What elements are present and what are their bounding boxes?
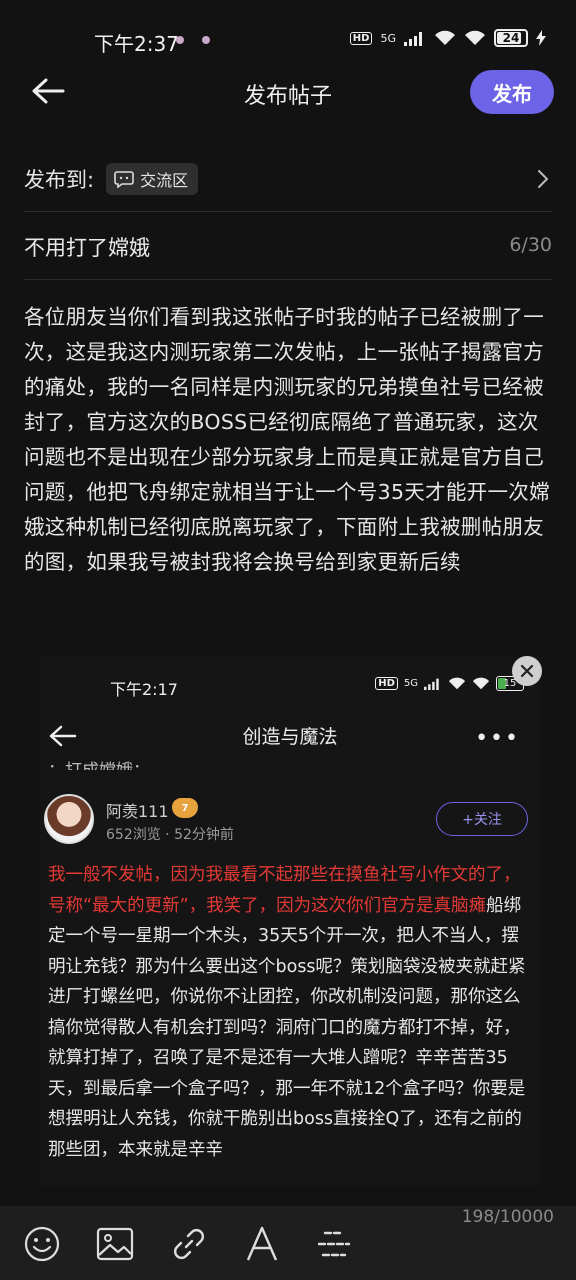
image-header-title: 创造与魔法	[242, 726, 338, 748]
network-label: 5G	[403, 678, 418, 689]
emoji-button[interactable]	[22, 1224, 62, 1264]
chevron-right-icon	[538, 170, 549, 188]
hd-icon: HD	[349, 31, 373, 45]
remove-image-button[interactable]	[512, 656, 542, 686]
status-time: 下午2:37	[94, 32, 179, 56]
image-content-text: 船绑定一个号一星期一个木头，35天5个开一次，把人不当人，摆明让充钱？那为什么要…	[48, 895, 526, 1160]
battery-icon: 24	[494, 29, 528, 47]
close-icon	[520, 664, 534, 678]
title-char-count: 6/30	[509, 234, 552, 256]
image-content-highlight: 我一般不发帖，因为我最看不起那些在摸鱼社写小作文的了，号称“最大的更新”，我笑了…	[48, 865, 521, 916]
image-username: 阿羡111	[106, 802, 169, 821]
post-body-input[interactable]: 各位朋友当你们看到我这张帖子时我的帖子已经被删了一次，这是我这内测玩家第二次发帖…	[24, 300, 552, 580]
chat-bubble-icon	[114, 170, 134, 188]
network-label: 5G	[380, 31, 396, 45]
wifi-icon	[435, 30, 455, 45]
image-button[interactable]	[95, 1224, 135, 1264]
status-indicators: HD 5G 24	[349, 29, 546, 47]
channel-chip[interactable]: 交流区	[106, 162, 199, 195]
signal-icon	[404, 32, 422, 46]
hd-icon: HD	[375, 677, 398, 690]
emoji-icon	[24, 1226, 60, 1262]
charging-icon	[536, 30, 546, 46]
image-cut-text: ：打成嫦娥：	[48, 756, 150, 770]
title-input[interactable]: 不用打了嫦娥	[24, 232, 150, 262]
wifi-icon	[448, 677, 466, 690]
link-button[interactable]	[169, 1224, 209, 1264]
more-icon: •••	[475, 726, 520, 751]
notification-icon	[176, 36, 184, 44]
image-status-indicators: HD 5G 15	[375, 676, 524, 691]
text-format-button[interactable]	[242, 1224, 282, 1264]
image-status-time: 下午2:17	[110, 680, 178, 699]
channel-name: 交流区	[140, 170, 189, 190]
publish-button[interactable]: 发布	[470, 70, 554, 114]
title-field[interactable]: 不用打了嫦娥 6/30	[24, 214, 552, 280]
app-header: 发布帖子 发布	[0, 62, 576, 124]
paragraph-button[interactable]	[314, 1224, 354, 1264]
image-post-content: 我一般不发帖，因为我最看不起那些在摸鱼社写小作文的了，号称“最大的更新”，我笑了…	[48, 860, 528, 1165]
wifi-icon	[472, 677, 490, 690]
post-to-selector[interactable]: 发布到: 交流区	[24, 146, 552, 212]
link-icon	[174, 1229, 204, 1259]
text-align-icon	[317, 1231, 351, 1257]
attached-image[interactable]: 下午2:17 HD 5G 15 创造与魔法 ••• ：打成嫦娥： 阿羡111 7…	[40, 656, 540, 1186]
follow-button: +关注	[436, 802, 528, 836]
signal-icon	[424, 678, 439, 690]
post-to-label: 发布到:	[24, 167, 95, 192]
image-icon	[96, 1227, 134, 1261]
font-icon	[246, 1226, 278, 1261]
avatar	[44, 794, 94, 844]
image-post-meta: 652浏览 · 52分钟前	[106, 827, 234, 843]
notification-icon	[202, 36, 210, 44]
body-char-count: 198/10000	[461, 1207, 554, 1227]
level-badge: 7	[172, 798, 198, 818]
wifi-icon	[465, 30, 485, 45]
